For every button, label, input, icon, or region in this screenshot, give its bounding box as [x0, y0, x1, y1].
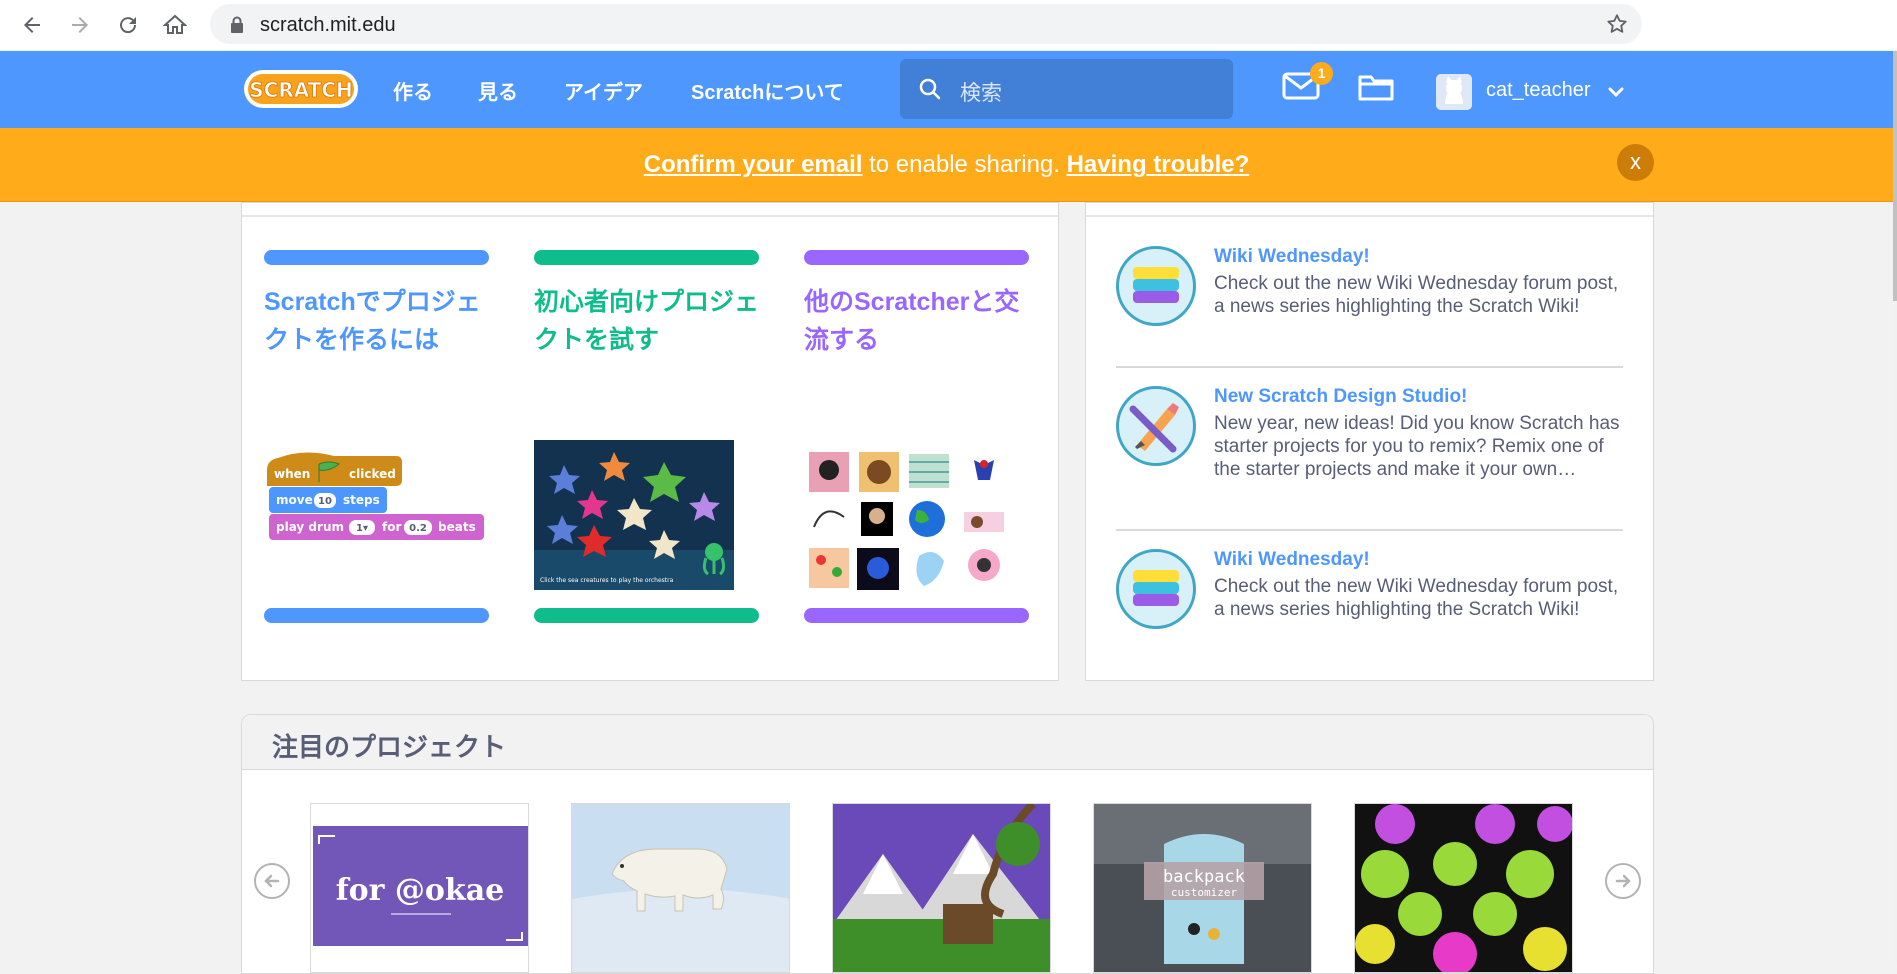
news-body: New year, new ideas! Did you know Scratc…	[1214, 413, 1620, 480]
star-icon[interactable]	[1606, 13, 1628, 40]
nav-create-link[interactable]: 作る	[393, 76, 433, 105]
news-body: Check out the new Wiki Wednesday forum p…	[1214, 273, 1619, 317]
scratch-logo[interactable]: SCRATCH	[242, 66, 360, 112]
svg-text:steps: steps	[343, 493, 380, 507]
search-icon	[918, 77, 942, 106]
user-avatar[interactable]	[1436, 74, 1472, 110]
panel-divider	[1086, 215, 1653, 217]
url-text: scratch.mit.edu	[260, 14, 396, 36]
color-bar	[804, 250, 1029, 265]
lock-icon	[230, 16, 244, 39]
project-thumbnail[interactable]	[1354, 803, 1573, 973]
panel-divider	[242, 215, 1058, 217]
browser-toolbar: scratch.mit.edu	[0, 0, 1897, 50]
svg-text:1▾: 1▾	[356, 523, 368, 534]
carousel-prev-button[interactable]	[254, 863, 290, 899]
arrow-right-icon	[1615, 874, 1631, 888]
svg-text:beats: beats	[438, 520, 476, 534]
carousel-next-button[interactable]	[1605, 863, 1641, 899]
featured-title: 注目のプロジェクト	[272, 732, 507, 762]
svg-text:play drum: play drum	[276, 520, 344, 534]
news-title[interactable]: New Scratch Design Studio!	[1214, 386, 1467, 408]
svg-text:Click the sea creatures to pla: Click the sea creatures to play the orch…	[540, 577, 674, 584]
scratch-navbar: SCRATCH 作る 見る アイデア Scratchについて 検索 1 cat_…	[0, 51, 1893, 128]
nav-explore-link[interactable]: 見る	[478, 76, 518, 105]
news-panel: Wiki Wednesday! Check out the new Wiki W…	[1085, 202, 1654, 681]
paintbrush-icon	[1116, 386, 1196, 466]
news-divider	[1116, 366, 1623, 368]
community-avatars-image	[804, 440, 1029, 590]
news-title[interactable]: Wiki Wednesday!	[1214, 246, 1370, 268]
message-count-badge: 1	[1310, 62, 1333, 85]
featured-projects-section: 注目のプロジェクト for @okae backpack customizer	[241, 714, 1654, 974]
svg-text:backpack: backpack	[1163, 867, 1245, 887]
project-thumbnail[interactable]	[832, 803, 1051, 973]
svg-text:clicked: clicked	[349, 467, 396, 481]
arrow-left-icon	[264, 874, 280, 888]
intro-column-starter[interactable]: 初心者向けプロジェクトを試す Click the sea creatures t…	[534, 250, 759, 623]
project-thumbnail[interactable]: backpack customizer	[1093, 803, 1312, 973]
chevron-down-icon[interactable]	[1608, 85, 1624, 103]
color-bar	[264, 608, 489, 623]
forward-arrow-icon[interactable]	[63, 8, 97, 42]
color-bar	[264, 250, 489, 265]
confirm-email-link[interactable]: Confirm your email	[644, 151, 863, 178]
having-trouble-link[interactable]: Having trouble?	[1067, 151, 1250, 178]
color-bar	[804, 608, 1029, 623]
reload-icon[interactable]	[111, 8, 145, 42]
code-blocks-image: when clicked move 10 steps play drum 1▾ …	[264, 440, 489, 590]
nav-ideas-link[interactable]: アイデア	[564, 76, 643, 105]
intro-column-create[interactable]: Scratchでプロジェクトを作るには when clicked move 10…	[264, 250, 489, 623]
username-label[interactable]: cat_teacher	[1486, 79, 1591, 102]
wiki-icon	[1116, 549, 1196, 629]
project-thumbnail[interactable]: for @okae	[310, 803, 529, 973]
svg-text:when: when	[274, 467, 310, 481]
intro-panel: Scratchでプロジェクトを作るには when clicked move 10…	[241, 202, 1059, 681]
svg-text:SCRATCH: SCRATCH	[249, 78, 352, 102]
confirm-email-banner: Confirm your email to enable sharing. Ha…	[0, 128, 1893, 202]
svg-text:for: for	[382, 520, 401, 534]
svg-text:10: 10	[318, 496, 332, 507]
home-icon[interactable]	[158, 8, 192, 42]
intro-title-starter[interactable]: 初心者向けプロジェクトを試す	[534, 283, 759, 359]
search-placeholder: 検索	[960, 82, 1002, 105]
news-body: Check out the new Wiki Wednesday forum p…	[1214, 576, 1619, 620]
intro-column-community[interactable]: 他のScratcherと交流する	[804, 250, 1029, 623]
address-bar[interactable]: scratch.mit.edu	[210, 4, 1642, 44]
banner-close-button[interactable]: x	[1617, 144, 1654, 181]
svg-text:move: move	[276, 493, 313, 507]
intro-title-create[interactable]: Scratchでプロジェクトを作るには	[264, 283, 489, 359]
nav-about-link[interactable]: Scratchについて	[691, 76, 844, 105]
wiki-icon	[1116, 246, 1196, 326]
svg-text:0.2: 0.2	[409, 523, 427, 534]
svg-text:customizer: customizer	[1171, 886, 1238, 899]
back-arrow-icon[interactable]	[15, 8, 49, 42]
news-title[interactable]: Wiki Wednesday!	[1214, 549, 1370, 571]
project-thumbnail[interactable]	[571, 803, 790, 973]
svg-text:for @okae: for @okae	[336, 873, 505, 908]
intro-title-community[interactable]: 他のScratcherと交流する	[804, 283, 1029, 359]
news-divider	[1116, 529, 1623, 531]
featured-header: 注目のプロジェクト	[242, 715, 1653, 770]
search-input[interactable]: 検索	[900, 59, 1233, 119]
banner-message: Confirm your email to enable sharing. Ha…	[0, 151, 1893, 179]
my-stuff-folder-icon[interactable]	[1358, 72, 1394, 107]
starter-project-image: Click the sea creatures to play the orch…	[534, 440, 759, 590]
color-bar	[534, 608, 759, 623]
scrollbar-thumb[interactable]	[1893, 51, 1897, 301]
page-scrollbar[interactable]	[1893, 51, 1897, 963]
color-bar	[534, 250, 759, 265]
banner-middle-text: to enable sharing.	[862, 151, 1067, 178]
